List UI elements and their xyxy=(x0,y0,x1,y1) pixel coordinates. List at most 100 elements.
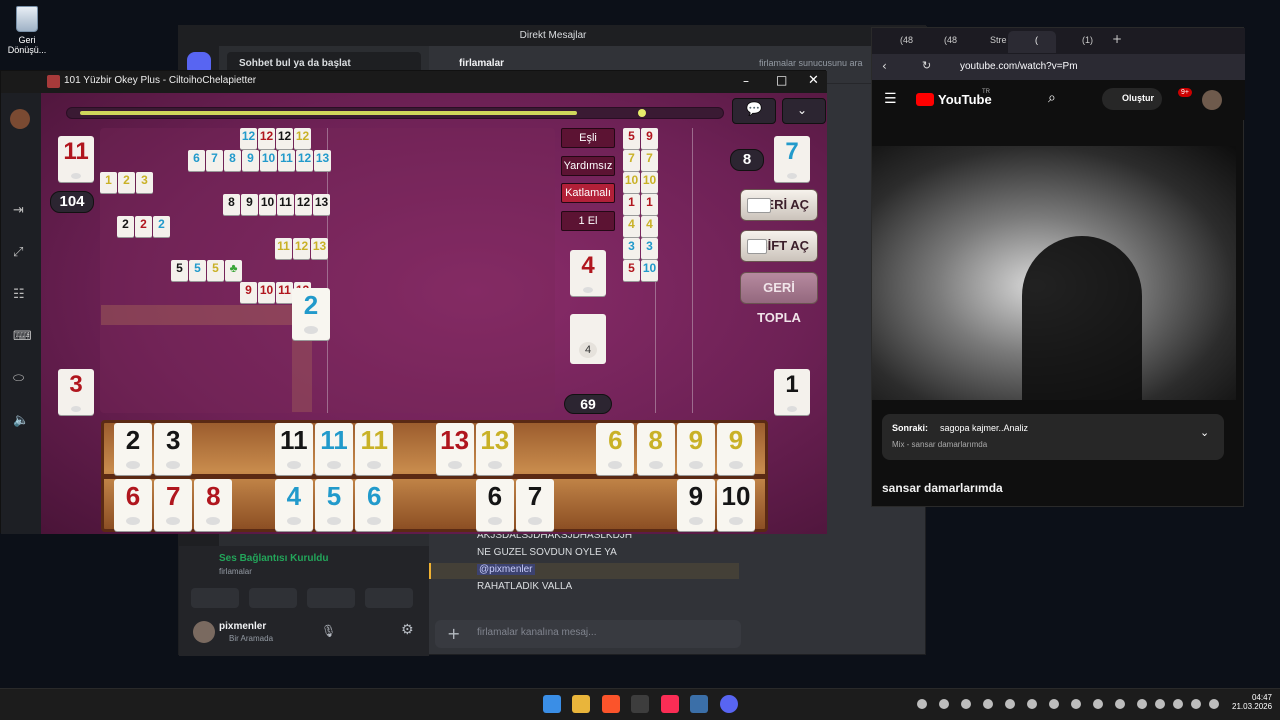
tray-icon[interactable] xyxy=(939,699,949,709)
recycle-bin-shortcut[interactable]: Geri Dönüşü... xyxy=(4,6,50,55)
rack-tile[interactable]: 6 xyxy=(114,479,152,531)
rack-tile[interactable]: 10 xyxy=(717,479,755,531)
tray-icon[interactable] xyxy=(1093,699,1103,709)
add-attachment-icon[interactable]: + xyxy=(447,624,460,643)
maximize-icon[interactable]: □ xyxy=(776,73,787,87)
table-tile[interactable]: 12 xyxy=(258,128,275,149)
table-tile[interactable]: 2 xyxy=(153,216,170,237)
volume-icon[interactable] xyxy=(1191,699,1201,709)
rack-tile[interactable]: 8 xyxy=(636,423,675,475)
youtube-logo-icon[interactable] xyxy=(916,93,934,106)
cift-ac-button[interactable]: ÇİFT AÇ xyxy=(740,230,818,262)
table-tile[interactable]: 11 xyxy=(277,194,294,215)
reload-icon[interactable]: ↻ xyxy=(922,59,931,72)
browser-tab[interactable]: (48 xyxy=(944,35,957,45)
table-tile[interactable]: 11 xyxy=(278,150,295,171)
app-icon[interactable] xyxy=(631,695,649,713)
discard-tile[interactable]: 5 xyxy=(623,128,640,149)
file-explorer-icon[interactable] xyxy=(572,695,590,713)
brave-browser-icon[interactable] xyxy=(602,695,620,713)
up-next-card[interactable]: Sonraki: sagopa kajmer..Analiz Mix - san… xyxy=(882,414,1224,460)
discard-tile[interactable]: 10 xyxy=(641,260,658,281)
rack-tile[interactable]: 2 xyxy=(114,423,152,475)
discard-tile[interactable]: 10 xyxy=(623,172,640,193)
video-player[interactable] xyxy=(872,146,1236,400)
exit-icon[interactable]: ⇥ xyxy=(13,203,24,218)
table-tile[interactable]: 2 xyxy=(135,216,152,237)
tray-icon[interactable] xyxy=(1137,699,1147,709)
discard-tile[interactable]: 4 xyxy=(641,216,658,237)
table-tile[interactable]: 13 xyxy=(313,194,330,215)
microphone-icon[interactable]: 🎙 xyxy=(321,624,336,638)
discard-tile[interactable]: 3 xyxy=(623,238,640,259)
server-search-input[interactable]: firlamalar sunucusunu ara xyxy=(759,58,863,68)
table-tile[interactable]: 1 xyxy=(100,172,117,193)
new-tab-icon[interactable]: + xyxy=(1112,32,1122,46)
tray-icon[interactable] xyxy=(1049,699,1059,709)
rack-tile[interactable]: 11 xyxy=(355,423,394,475)
settings-sliders-icon[interactable]: ☷ xyxy=(13,287,25,302)
rack-tile[interactable]: 3 xyxy=(154,423,193,475)
rack-tile[interactable]: 6 xyxy=(475,479,514,531)
discard-tile[interactable]: 5 xyxy=(623,260,640,281)
menu-icon[interactable]: ☰ xyxy=(884,91,897,107)
close-icon[interactable]: ✕ xyxy=(808,73,819,88)
soundboard-button[interactable] xyxy=(365,588,413,608)
notification-badge[interactable]: 9+ xyxy=(1178,88,1192,97)
avatar[interactable] xyxy=(193,621,215,643)
table-tile[interactable]: 8 xyxy=(224,150,241,171)
camera-button[interactable] xyxy=(191,588,239,608)
rack-tile[interactable]: 6 xyxy=(596,423,635,475)
tray-icon[interactable] xyxy=(1005,699,1015,709)
table-tile[interactable]: 10 xyxy=(258,282,275,303)
rack-tile[interactable]: 5 xyxy=(315,479,353,531)
table-tile[interactable]: 5 xyxy=(189,260,206,281)
table-tile[interactable]: ♣ xyxy=(225,260,242,281)
chat-mention[interactable]: @pixmenler xyxy=(477,564,535,575)
discard-tile[interactable]: 4 xyxy=(623,216,640,237)
table-tile[interactable]: 10 xyxy=(260,150,277,171)
start-icon[interactable] xyxy=(543,695,561,713)
browser-tab[interactable]: Stre xyxy=(990,35,1007,45)
tag-icon[interactable]: ⬭ xyxy=(13,371,24,386)
table-tile[interactable]: 12 xyxy=(296,150,313,171)
discard-tile[interactable]: 10 xyxy=(641,172,658,193)
rack-tile[interactable]: 8 xyxy=(194,479,233,531)
table-tile[interactable]: 13 xyxy=(311,238,328,259)
table-tile[interactable]: 10 xyxy=(259,194,276,215)
tray-icon[interactable] xyxy=(1071,699,1081,709)
table-tile[interactable]: 2 xyxy=(118,172,135,193)
wifi-icon[interactable] xyxy=(1173,699,1183,709)
search-icon[interactable]: ⌕ xyxy=(1048,90,1056,106)
rack-tile[interactable]: 13 xyxy=(435,423,474,475)
table-tile[interactable]: 7 xyxy=(206,150,223,171)
table-tile[interactable]: 12 xyxy=(240,128,257,149)
avatar[interactable] xyxy=(1202,90,1222,110)
avatar[interactable] xyxy=(10,109,30,129)
table-tile[interactable]: 12 xyxy=(293,238,310,259)
table-tile[interactable]: 5 xyxy=(171,260,188,281)
table-tile[interactable]: 2 xyxy=(117,216,134,237)
table-tile[interactable]: 5 xyxy=(207,260,224,281)
rack-tile[interactable]: 11 xyxy=(274,423,313,475)
table-tile[interactable]: 12 xyxy=(276,128,293,149)
table-tile[interactable]: 11 xyxy=(275,238,292,259)
table-tile[interactable]: 9 xyxy=(241,194,258,215)
menu-toggle-button[interactable]: ⌄ xyxy=(782,98,826,124)
rack-tile[interactable]: 4 xyxy=(274,479,313,531)
microphone-tray-icon[interactable] xyxy=(1155,699,1165,709)
discord-app-icon[interactable] xyxy=(720,695,738,713)
settings-gear-icon[interactable]: ⚙ xyxy=(401,622,414,638)
activities-button[interactable] xyxy=(307,588,355,608)
tray-icon[interactable] xyxy=(917,699,927,709)
browser-tab[interactable]: (1) xyxy=(1082,35,1093,45)
music-app-icon[interactable] xyxy=(661,695,679,713)
table-tile[interactable]: 12 xyxy=(295,194,312,215)
rack-tile[interactable]: 6 xyxy=(355,479,394,531)
okey-app-icon[interactable] xyxy=(690,695,708,713)
rack-tile[interactable]: 9 xyxy=(717,423,755,475)
chat-button[interactable]: 💬 xyxy=(732,98,776,124)
table-tile[interactable]: 6 xyxy=(188,150,205,171)
table-tile[interactable]: 12 xyxy=(294,128,311,149)
tray-icon[interactable] xyxy=(1115,699,1125,709)
